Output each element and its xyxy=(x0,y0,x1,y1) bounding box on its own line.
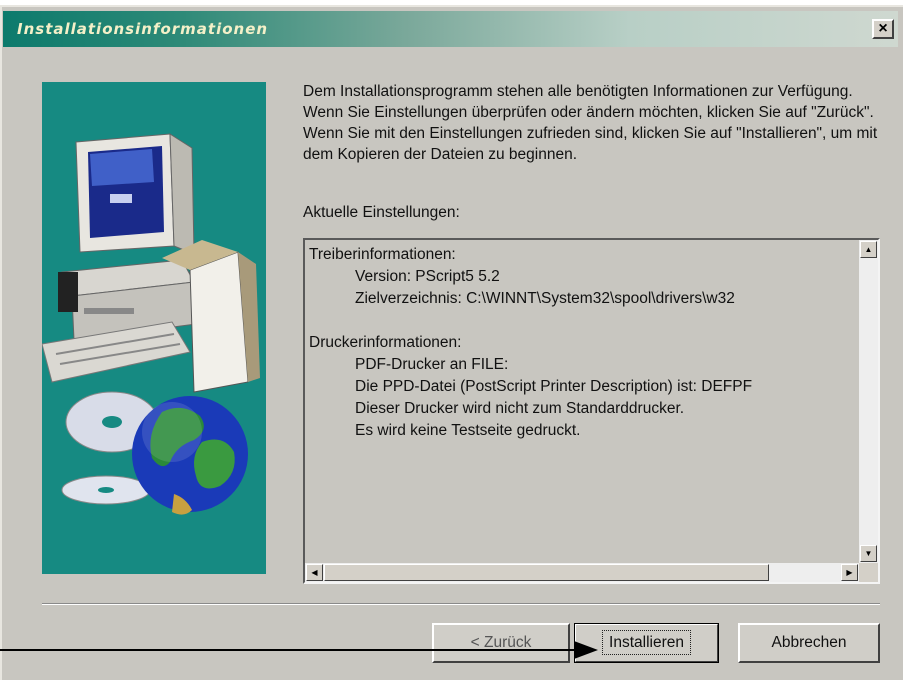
current-settings-label: Aktuelle Einstellungen: xyxy=(303,204,460,221)
cancel-button[interactable]: Abbrechen xyxy=(738,623,880,663)
setup-illustration xyxy=(41,82,266,574)
printer-port: PDF-Drucker an FILE: xyxy=(355,356,509,373)
arrow-right-icon: ▶ xyxy=(846,568,853,577)
arrow-down-icon: ▼ xyxy=(864,549,873,558)
scroll-right-button[interactable]: ▶ xyxy=(841,564,858,581)
driver-version: Version: PScript5 5.2 xyxy=(355,268,500,285)
arrow-left-icon: ◀ xyxy=(311,568,318,577)
scroll-corner xyxy=(859,563,878,582)
horizontal-scrollbar[interactable]: ◀ ▶ xyxy=(305,563,859,582)
illustration-graphic xyxy=(41,133,260,515)
printer-testpage: Es wird keine Testseite gedruckt. xyxy=(355,422,581,439)
settings-listbox[interactable]: Treiberinformationen: Version: PScript5 … xyxy=(303,238,880,584)
driver-target: Zielverzeichnis: C:\WINNT\System32\spool… xyxy=(355,290,735,307)
settings-content: Treiberinformationen: Version: PScript5 … xyxy=(309,244,861,562)
printer-default: Dieser Drucker wird nicht zum Standarddr… xyxy=(355,400,685,417)
title-bar: Installationsinformationen × xyxy=(3,11,898,47)
close-icon: × xyxy=(878,20,888,37)
vertical-scrollbar[interactable]: ▲ ▼ xyxy=(859,240,878,563)
scroll-left-button[interactable]: ◀ xyxy=(306,564,323,581)
install-button[interactable]: Installieren xyxy=(574,623,719,663)
intro-text: Dem Installationsprogramm stehen alle be… xyxy=(303,83,878,163)
back-button[interactable]: < Zurück xyxy=(432,623,570,663)
driver-heading: Treiberinformationen: xyxy=(309,246,456,263)
scroll-up-button[interactable]: ▲ xyxy=(860,241,877,258)
install-button-label: Installieren xyxy=(602,630,691,655)
window-title: Installationsinformationen xyxy=(17,20,269,38)
arrow-up-icon: ▲ xyxy=(864,245,873,254)
printer-ppd: Die PPD-Datei (PostScript Printer Descri… xyxy=(355,378,753,395)
globe-icon xyxy=(132,396,248,515)
close-button[interactable]: × xyxy=(872,19,894,39)
scroll-down-button[interactable]: ▼ xyxy=(860,545,877,562)
separator-line xyxy=(42,603,880,605)
printer-heading: Druckerinformationen: xyxy=(309,334,462,351)
horizontal-scroll-thumb[interactable] xyxy=(324,564,769,581)
